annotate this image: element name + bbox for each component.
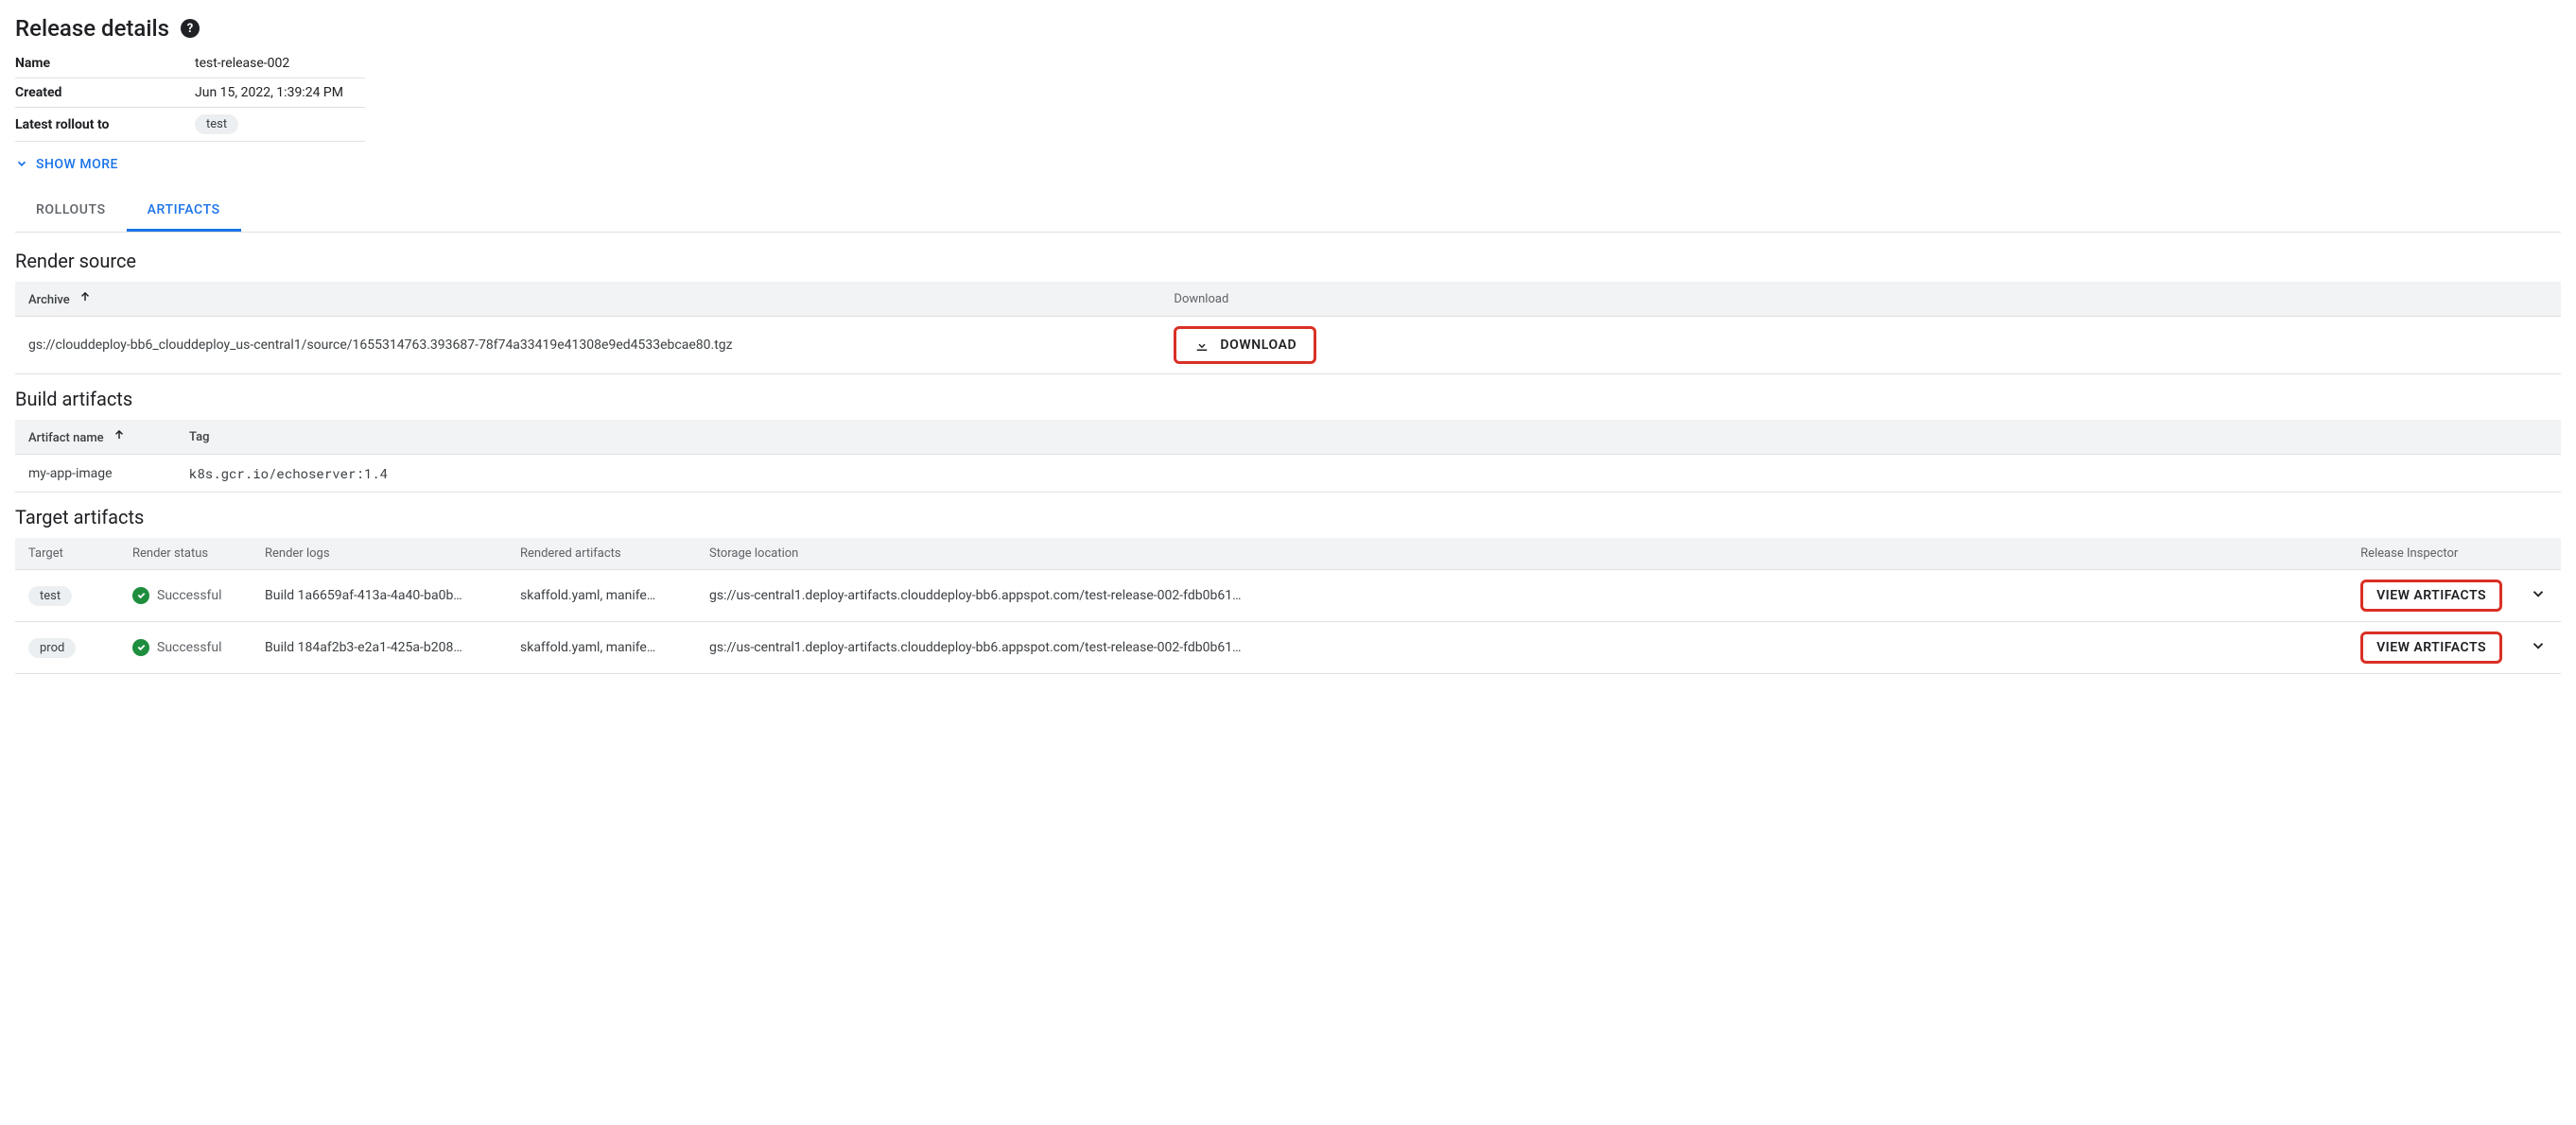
check-circle-icon	[132, 587, 149, 604]
col-artifact-name-label: Artifact name	[28, 431, 104, 445]
col-artifact-name[interactable]: Artifact name	[15, 420, 176, 455]
storage-location: gs://us-central1.deploy-artifacts.cloudd…	[696, 622, 2347, 674]
show-more-label: SHOW MORE	[36, 157, 118, 172]
detail-value: test-release-002	[195, 49, 365, 78]
check-circle-icon	[132, 639, 149, 656]
build-artifact-row: my-app-image k8s.gcr.io/echoserver:1.4	[15, 455, 2561, 493]
section-title-render-source: Render source	[15, 250, 2561, 272]
detail-row: Latest rollout to test	[15, 108, 365, 142]
rendered-artifacts: skaffold.yaml, manife…	[507, 622, 696, 674]
view-artifacts-button[interactable]: VIEW ARTIFACTS	[2371, 586, 2492, 605]
detail-row: Name test-release-002	[15, 49, 365, 78]
expand-row-button[interactable]	[2530, 637, 2547, 654]
target-artifact-row: test Successful Build 1a6659af-413a-4a40…	[15, 570, 2561, 622]
download-highlight: DOWNLOAD	[1174, 326, 1316, 364]
detail-value: Jun 15, 2022, 1:39:24 PM	[195, 78, 365, 108]
col-archive[interactable]: Archive	[15, 282, 1160, 317]
render-status-label: Successful	[157, 640, 222, 655]
detail-row: Created Jun 15, 2022, 1:39:24 PM	[15, 78, 365, 108]
rendered-artifacts: skaffold.yaml, manife…	[507, 570, 696, 622]
col-expand	[2515, 538, 2561, 570]
target-chip: test	[28, 586, 72, 606]
detail-value: test	[195, 108, 365, 142]
section-title-build-artifacts: Build artifacts	[15, 388, 2561, 410]
download-icon	[1193, 337, 1210, 354]
target-artifact-row: prod Successful Build 184af2b3-e2a1-425a…	[15, 622, 2561, 674]
col-download: Download	[1160, 282, 2561, 317]
page-title: Release details	[15, 15, 169, 42]
chevron-down-icon	[2530, 637, 2547, 654]
view-artifacts-highlight: VIEW ARTIFACTS	[2360, 632, 2502, 664]
tabs: ROLLOUTS ARTIFACTS	[15, 191, 2561, 233]
show-more-button[interactable]: SHOW MORE	[15, 149, 118, 180]
download-label: DOWNLOAD	[1220, 338, 1297, 353]
sort-up-icon	[78, 290, 92, 303]
storage-location: gs://us-central1.deploy-artifacts.cloudd…	[696, 570, 2347, 622]
render-logs-link[interactable]: Build 184af2b3-e2a1-425a-b208…	[252, 622, 507, 674]
view-artifacts-highlight: VIEW ARTIFACTS	[2360, 580, 2502, 612]
target-artifacts-table: Target Render status Render logs Rendere…	[15, 538, 2561, 674]
expand-row-button[interactable]	[2530, 585, 2547, 602]
section-title-target-artifacts: Target artifacts	[15, 506, 2561, 528]
detail-key: Latest rollout to	[15, 108, 195, 142]
col-archive-label: Archive	[28, 293, 70, 307]
render-status-label: Successful	[157, 588, 222, 603]
col-release-inspector[interactable]: Release Inspector	[2347, 538, 2515, 570]
build-artifacts-table: Artifact name Tag my-app-image k8s.gcr.i…	[15, 420, 2561, 493]
detail-key: Created	[15, 78, 195, 108]
view-artifacts-button[interactable]: VIEW ARTIFACTS	[2371, 638, 2492, 657]
render-status: Successful	[132, 639, 222, 656]
col-render-status[interactable]: Render status	[119, 538, 252, 570]
tab-artifacts[interactable]: ARTIFACTS	[127, 191, 241, 232]
chevron-down-icon	[2530, 585, 2547, 602]
chevron-down-icon	[15, 157, 28, 170]
col-target[interactable]: Target	[15, 538, 119, 570]
artifact-tag: k8s.gcr.io/echoserver:1.4	[176, 455, 2561, 493]
col-rendered-artifacts[interactable]: Rendered artifacts	[507, 538, 696, 570]
render-logs-link[interactable]: Build 1a6659af-413a-4a40-ba0b…	[252, 570, 507, 622]
page-header: Release details ?	[15, 15, 2561, 42]
archive-path: gs://clouddeploy-bb6_clouddeploy_us-cent…	[15, 317, 1160, 374]
download-button[interactable]: DOWNLOAD	[1184, 333, 1306, 357]
artifact-name: my-app-image	[15, 455, 176, 493]
col-storage-location[interactable]: Storage location	[696, 538, 2347, 570]
render-source-table: Archive Download gs://clouddeploy-bb6_cl…	[15, 282, 2561, 374]
detail-key: Name	[15, 49, 195, 78]
release-details-table: Name test-release-002 Created Jun 15, 20…	[15, 49, 365, 142]
col-render-logs[interactable]: Render logs	[252, 538, 507, 570]
col-tag[interactable]: Tag	[176, 420, 2561, 455]
sort-up-icon	[113, 428, 126, 441]
help-icon[interactable]: ?	[181, 19, 200, 38]
tab-rollouts[interactable]: ROLLOUTS	[15, 191, 127, 232]
rollout-target-chip: test	[195, 114, 238, 134]
render-status: Successful	[132, 587, 222, 604]
render-source-row: gs://clouddeploy-bb6_clouddeploy_us-cent…	[15, 317, 2561, 374]
target-chip: prod	[28, 638, 76, 658]
